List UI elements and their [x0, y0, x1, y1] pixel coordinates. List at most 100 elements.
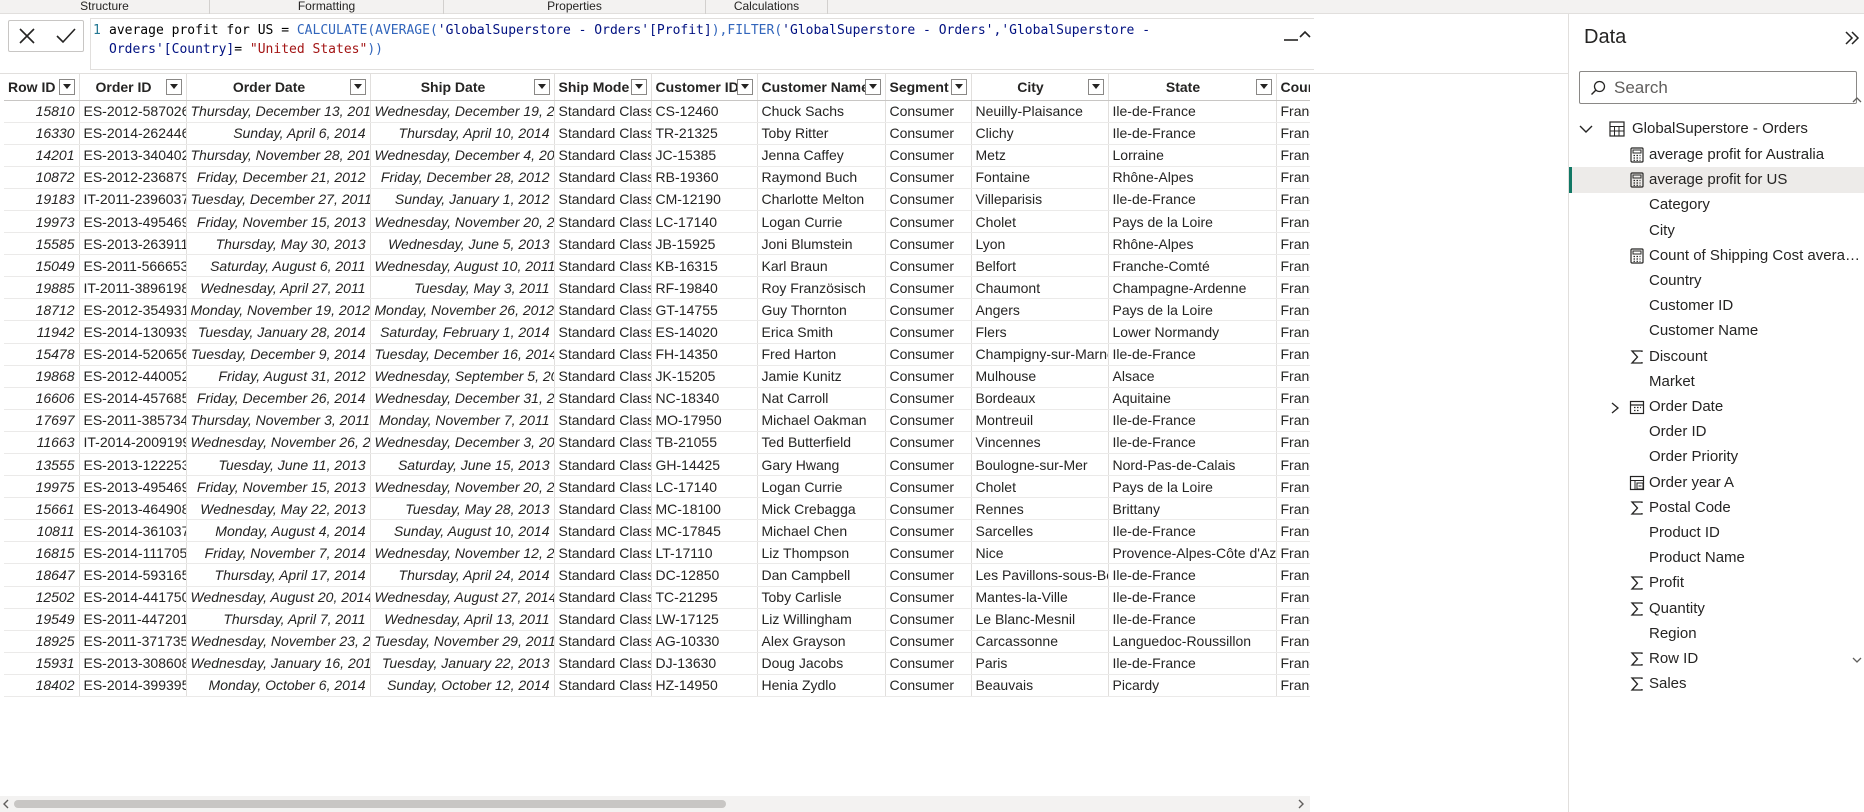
field-item-sales[interactable]: Sales — [1569, 671, 1864, 697]
field-item-city[interactable]: City — [1569, 218, 1864, 244]
field-item-postal-code[interactable]: Postal Code — [1569, 495, 1864, 521]
table-cell[interactable]: Consumer — [885, 453, 972, 477]
table-cell[interactable]: Standard Class — [554, 365, 652, 388]
table-cell[interactable]: ES-2013-4649089 — [79, 497, 187, 521]
field-item-average-profit-for-us[interactable]: average profit for US — [1569, 167, 1864, 194]
table-row[interactable]: 15931 ES-2013-3086085 Wednesday, January 1… — [4, 652, 1310, 675]
column-header-city[interactable]: City — [971, 74, 1109, 101]
field-item-profit[interactable]: Profit — [1569, 570, 1864, 596]
table-cell[interactable]: Standard Class — [554, 320, 652, 344]
table-cell[interactable]: Tuesday, January 22, 2013 — [370, 652, 555, 675]
table-cell[interactable]: France — [1276, 365, 1310, 388]
table-cell[interactable]: Tuesday, May 28, 2013 — [370, 497, 555, 521]
field-item-discount[interactable]: Discount — [1569, 344, 1864, 370]
table-cell[interactable]: Le Blanc-Mesnil — [971, 608, 1109, 631]
table-cell[interactable]: France — [1276, 630, 1310, 653]
table-cell[interactable]: Provence-Alpes-Côte d'Azur — [1108, 541, 1277, 565]
table-cell[interactable]: Brittany — [1108, 497, 1277, 521]
column-header-state[interactable]: State — [1108, 74, 1277, 101]
table-cell[interactable]: Pays de la Loire — [1108, 298, 1277, 322]
table-cell[interactable]: France — [1276, 586, 1310, 609]
table-cell[interactable]: 18647 — [4, 563, 80, 587]
table-cell[interactable]: HZ-14950 — [651, 674, 758, 698]
column-filter-dropdown[interactable] — [1255, 79, 1272, 95]
table-cell[interactable]: France — [1276, 563, 1310, 587]
table-row[interactable]: 11942 ES-2014-1309397 Tuesday, January 28,… — [4, 320, 1310, 344]
table-cell[interactable]: RB-19360 — [651, 166, 758, 189]
table-cell[interactable]: 15810 — [4, 100, 80, 123]
table-cell[interactable]: Thursday, November 3, 2011 — [186, 409, 371, 432]
table-cell[interactable]: Standard Class — [554, 586, 652, 609]
table-cell[interactable]: Standard Class — [554, 497, 652, 521]
table-cell[interactable]: Friday, December 26, 2014 — [186, 387, 371, 410]
table-cell[interactable]: Standard Class — [554, 166, 652, 189]
table-row[interactable]: 16815 ES-2014-1117053 Friday, November 7, … — [4, 541, 1310, 565]
table-cell[interactable]: Michael Chen — [757, 519, 886, 543]
column-header-customer-id[interactable]: Customer ID — [651, 74, 758, 101]
dax-formula-editor[interactable]: 1 average profit for US = CALCULATE(AVER… — [90, 18, 1314, 70]
table-cell[interactable]: Consumer — [885, 586, 972, 609]
table-cell[interactable]: Friday, August 31, 2012 — [186, 365, 371, 388]
table-cell[interactable]: Jamie Kunitz — [757, 365, 886, 388]
table-cell[interactable]: Ile-de-France — [1108, 563, 1277, 587]
table-cell[interactable]: DJ-13630 — [651, 652, 758, 675]
table-cell[interactable]: Sunday, August 10, 2014 — [370, 519, 555, 543]
table-cell[interactable]: Wednesday, June 5, 2013 — [370, 232, 555, 256]
table-cell[interactable]: Standard Class — [554, 630, 652, 653]
field-item-order-priority[interactable]: Order Priority — [1569, 444, 1864, 470]
table-cell[interactable]: Consumer — [885, 519, 972, 543]
table-cell[interactable]: JC-15385 — [651, 144, 758, 167]
table-cell[interactable]: LC-17140 — [651, 475, 758, 499]
table-cell[interactable]: Consumer — [885, 431, 972, 455]
column-filter-dropdown[interactable] — [630, 79, 647, 95]
column-filter-dropdown[interactable] — [1087, 79, 1104, 95]
column-header-segment[interactable]: Segment — [885, 74, 972, 101]
table-cell[interactable]: France — [1276, 166, 1310, 189]
horizontal-scroll-thumb[interactable] — [14, 800, 726, 808]
table-cell[interactable]: Les Pavillons-sous-Bois — [971, 563, 1109, 587]
column-header-ship-mode[interactable]: Ship Mode — [554, 74, 652, 101]
table-cell[interactable]: Picardy — [1108, 674, 1277, 698]
table-cell[interactable]: Charlotte Melton — [757, 188, 886, 211]
column-filter-dropdown[interactable] — [58, 79, 75, 95]
table-cell[interactable]: Consumer — [885, 475, 972, 499]
table-cell[interactable]: 17697 — [4, 409, 80, 432]
table-cell[interactable]: Sunday, October 12, 2014 — [370, 674, 555, 698]
dax-expression[interactable]: average profit for US = CALCULATE(AVERAG… — [109, 21, 1279, 59]
table-cell[interactable]: Languedoc-Roussillon — [1108, 630, 1277, 653]
table-row[interactable]: 19885 IT-2011-3896198 Wednesday, April 27,… — [4, 276, 1310, 300]
table-cell[interactable]: Lyon — [971, 232, 1109, 256]
column-header-order-date[interactable]: Order Date — [186, 74, 371, 101]
table-cell[interactable]: MO-17950 — [651, 409, 758, 432]
table-cell[interactable]: NC-18340 — [651, 387, 758, 410]
table-cell[interactable]: Alsace — [1108, 365, 1277, 388]
table-cell[interactable]: France — [1276, 188, 1310, 211]
field-item-product-name[interactable]: Product Name — [1569, 545, 1864, 571]
table-cell[interactable]: Flers — [971, 320, 1109, 344]
field-item-customer-name[interactable]: Customer Name — [1569, 318, 1864, 344]
table-cell[interactable]: Mick Crebagga — [757, 497, 886, 521]
table-row[interactable]: 18712 ES-2012-3549312 Monday, November 19,… — [4, 298, 1310, 322]
table-cell[interactable]: Standard Class — [554, 188, 652, 211]
table-cell[interactable]: AG-10330 — [651, 630, 758, 653]
table-cell[interactable]: Monday, November 7, 2011 — [370, 409, 555, 432]
table-cell[interactable]: Ile-de-France — [1108, 519, 1277, 543]
table-cell[interactable]: LT-17110 — [651, 541, 758, 565]
table-cell[interactable]: 15931 — [4, 652, 80, 675]
table-cell[interactable]: ES-2014-3610373 — [79, 519, 187, 543]
table-cell[interactable]: ES-2013-2639112 — [79, 232, 187, 256]
table-cell[interactable]: 13555 — [4, 453, 80, 477]
table-cell[interactable]: Wednesday, December 4, 2013 — [370, 144, 555, 167]
table-cell[interactable]: Clichy — [971, 122, 1109, 145]
table-cell[interactable]: France — [1276, 144, 1310, 167]
table-cell[interactable]: Monday, November 19, 2012 — [186, 298, 371, 322]
column-header-row-id[interactable]: Row ID — [4, 74, 80, 101]
table-cell[interactable]: Beauvais — [971, 674, 1109, 698]
table-row[interactable]: 10872 ES-2012-2368795 Friday, December 21,… — [4, 166, 1310, 189]
column-filter-dropdown[interactable] — [736, 79, 753, 95]
table-cell[interactable]: Pays de la Loire — [1108, 475, 1277, 499]
table-cell[interactable]: France — [1276, 254, 1310, 278]
table-cell[interactable]: Sunday, January 1, 2012 — [370, 188, 555, 211]
table-cell[interactable]: 16330 — [4, 122, 80, 145]
table-cell[interactable]: Standard Class — [554, 674, 652, 698]
